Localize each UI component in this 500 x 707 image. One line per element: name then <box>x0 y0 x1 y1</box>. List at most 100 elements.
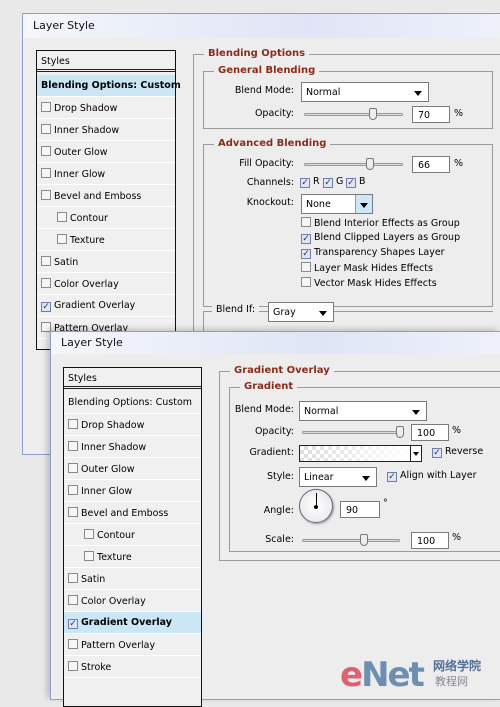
dialog-title[interactable]: Layer Style <box>23 14 500 38</box>
blend-mode-select[interactable]: Normal <box>299 401 427 421</box>
style-item[interactable]: Bevel and Emboss <box>64 502 201 524</box>
style-checkbox[interactable] <box>68 441 78 451</box>
style-item-label: Texture <box>97 552 132 563</box>
style-item[interactable]: Inner Glow <box>37 163 175 185</box>
style-checkbox[interactable] <box>41 256 51 266</box>
style-checkbox[interactable] <box>41 124 51 134</box>
style-item[interactable]: ✓ Gradient Overlay <box>37 295 175 317</box>
gradient-picker[interactable] <box>299 445 422 462</box>
advanced-option-checkbox[interactable]: Blend Interior Effects as Group <box>301 217 460 229</box>
style-item[interactable]: Outer Glow <box>37 141 175 163</box>
angle-input[interactable]: 90 <box>340 501 380 518</box>
style-item[interactable]: Inner Glow <box>64 480 201 502</box>
style-item[interactable]: Outer Glow <box>64 458 201 480</box>
style-item-label: Satin <box>81 574 106 585</box>
style-item-label: Inner Shadow <box>81 442 147 453</box>
style-checkbox[interactable]: ✓ <box>68 619 78 629</box>
checkbox[interactable]: ✓ <box>301 234 311 244</box>
checkbox[interactable]: ✓ <box>387 472 397 482</box>
style-checkbox[interactable] <box>68 507 78 517</box>
style-checkbox[interactable] <box>84 529 94 539</box>
checkbox[interactable]: ✓ <box>300 178 310 188</box>
checkbox[interactable]: ✓ <box>432 448 442 458</box>
style-item[interactable]: Pattern Overlay <box>64 634 201 656</box>
style-item[interactable]: Color Overlay <box>64 590 201 612</box>
advanced-option-checkbox[interactable]: ✓ Transparency Shapes Layer <box>301 247 445 259</box>
channel-checkbox[interactable]: ✓ G <box>323 176 343 188</box>
style-item[interactable]: Stroke <box>64 656 201 678</box>
style-item[interactable]: Drop Shadow <box>37 97 175 119</box>
style-checkbox[interactable]: ✓ <box>41 302 51 312</box>
opacity-slider[interactable] <box>302 426 404 438</box>
style-checkbox[interactable] <box>68 661 78 671</box>
style-checkbox[interactable] <box>68 463 78 473</box>
style-item[interactable]: Satin <box>37 251 175 273</box>
style-checkbox[interactable] <box>68 595 78 605</box>
style-item-label: Gradient Overlay <box>54 300 136 311</box>
style-checkbox[interactable] <box>68 485 78 495</box>
checkbox[interactable]: ✓ <box>346 178 356 188</box>
reverse-checkbox[interactable]: ✓ Reverse <box>432 446 483 458</box>
slider-thumb[interactable] <box>366 158 374 170</box>
style-item[interactable]: Color Overlay <box>37 273 175 295</box>
styles-header[interactable]: Styles <box>64 368 201 389</box>
style-checkbox[interactable] <box>68 639 78 649</box>
style-item[interactable]: Contour <box>37 207 175 229</box>
style-item[interactable]: ✓ Gradient Overlay <box>64 612 201 634</box>
angle-dial[interactable] <box>299 489 333 523</box>
scale-slider[interactable] <box>302 534 400 546</box>
style-checkbox[interactable] <box>41 278 51 288</box>
style-item-label: Satin <box>54 257 79 268</box>
checkbox[interactable] <box>301 277 311 287</box>
slider-thumb[interactable] <box>396 426 404 438</box>
checkbox[interactable]: ✓ <box>301 249 311 259</box>
style-checkbox[interactable] <box>41 102 51 112</box>
style-checkbox[interactable] <box>41 190 51 200</box>
style-item[interactable]: Texture <box>37 229 175 251</box>
style-checkbox[interactable] <box>41 168 51 178</box>
style-item[interactable]: Blending Options: Custom <box>64 392 201 414</box>
style-item[interactable]: Satin <box>64 568 201 590</box>
style-checkbox[interactable] <box>68 419 78 429</box>
style-checkbox[interactable] <box>41 146 51 156</box>
advanced-option-checkbox[interactable]: ✓ Blend Clipped Layers as Group <box>301 232 460 244</box>
option-label: Transparency Shapes Layer <box>314 247 445 258</box>
advanced-option-checkbox[interactable]: Vector Mask Hides Effects <box>301 277 437 289</box>
styles-header[interactable]: Styles <box>37 51 175 72</box>
checkbox[interactable]: ✓ <box>323 178 333 188</box>
style-checkbox[interactable] <box>68 573 78 583</box>
style-item[interactable]: Bevel and Emboss <box>37 185 175 207</box>
chevron-down-icon <box>362 476 370 481</box>
style-item[interactable]: Inner Shadow <box>64 436 201 458</box>
style-item[interactable]: Contour <box>64 524 201 546</box>
scale-input[interactable]: 100 <box>411 532 449 549</box>
slider-thumb[interactable] <box>369 108 377 120</box>
opacity-input[interactable]: 70 <box>412 106 450 123</box>
fill-opacity-input[interactable]: 66 <box>412 156 450 173</box>
blend-if-select[interactable]: Gray <box>268 302 334 322</box>
style-checkbox[interactable] <box>84 551 94 561</box>
blend-mode-select[interactable]: Normal <box>301 82 429 102</box>
style-item[interactable]: Inner Shadow <box>37 119 175 141</box>
slider-thumb[interactable] <box>360 534 368 546</box>
checkbox[interactable] <box>301 262 311 272</box>
fill-opacity-slider[interactable] <box>304 158 403 170</box>
opacity-slider[interactable] <box>304 108 403 120</box>
align-with-layer-checkbox[interactable]: ✓ Align with Layer <box>387 470 477 482</box>
style-select[interactable]: Linear <box>299 467 377 487</box>
blend-mode-value: Normal <box>306 87 341 98</box>
style-item[interactable]: Texture <box>64 546 201 568</box>
style-item[interactable]: Blending Options: Custom <box>37 75 181 97</box>
style-item-label: Blending Options: Custom <box>41 80 181 91</box>
gradient-dropdown-button[interactable] <box>410 446 421 461</box>
channel-checkbox[interactable]: ✓ B <box>346 176 366 188</box>
style-checkbox[interactable] <box>57 234 67 244</box>
knockout-select[interactable]: None <box>301 194 373 214</box>
dialog-title[interactable]: Layer Style <box>51 332 500 354</box>
style-item[interactable]: Drop Shadow <box>64 414 201 436</box>
advanced-option-checkbox[interactable]: Layer Mask Hides Effects <box>301 262 433 274</box>
channel-checkbox[interactable]: ✓ R <box>300 176 320 188</box>
style-checkbox[interactable] <box>57 212 67 222</box>
opacity-input[interactable]: 100 <box>411 424 449 441</box>
checkbox[interactable] <box>301 217 311 227</box>
